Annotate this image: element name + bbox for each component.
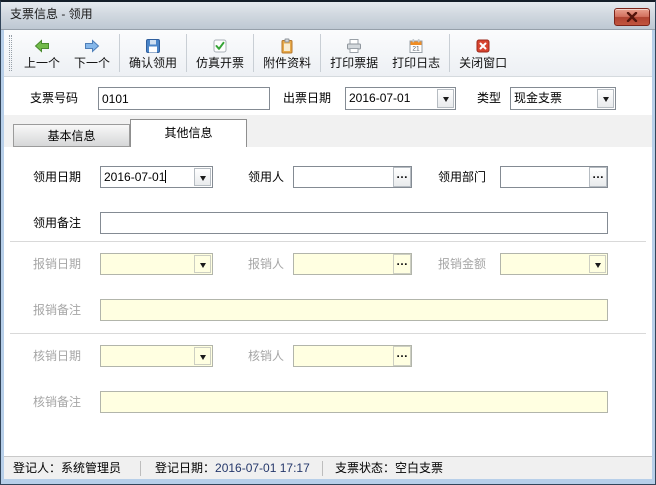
collect-dept-label: 领用部门 xyxy=(438,166,486,188)
printer-icon xyxy=(346,38,362,54)
chevron-down-icon xyxy=(194,255,211,273)
tab-other-info[interactable]: 其他信息 xyxy=(130,119,247,147)
previous-button[interactable]: 上一个 xyxy=(17,32,67,74)
chevron-down-icon[interactable] xyxy=(597,89,614,108)
reimburse-amount-label: 报销金额 xyxy=(438,253,486,275)
writeoff-date-label: 核销日期 xyxy=(33,345,81,367)
chevron-down-icon[interactable] xyxy=(194,168,211,186)
collect-remark-input[interactable] xyxy=(100,212,608,234)
attachments-button[interactable]: 附件资料 xyxy=(256,32,318,74)
collect-person-input[interactable] xyxy=(294,167,393,187)
text-cursor xyxy=(165,170,166,183)
collect-dept-field: … xyxy=(500,166,608,188)
header-form: 支票号码 出票日期 2016-07-01 类型 现金支票 xyxy=(4,77,652,115)
chevron-down-icon[interactable] xyxy=(437,89,454,108)
clipboard-icon xyxy=(279,38,295,54)
window-title: 支票信息 - 领用 xyxy=(10,0,93,29)
toolbar-separator xyxy=(186,34,187,72)
collect-dept-input[interactable] xyxy=(501,167,589,187)
reimburse-person-field: … xyxy=(293,253,412,275)
type-label: 类型 xyxy=(477,87,501,110)
type-combo[interactable]: 现金支票 xyxy=(510,87,616,110)
toolbar-separator xyxy=(119,34,120,72)
writeoff-remark-input xyxy=(100,391,608,413)
check-number-input[interactable] xyxy=(98,87,270,110)
check-icon xyxy=(212,38,228,54)
issue-date-label: 出票日期 xyxy=(283,87,331,110)
collect-remark-label: 领用备注 xyxy=(33,212,81,234)
writeoff-person-label: 核销人 xyxy=(248,345,284,367)
reimburse-date-label: 报销日期 xyxy=(33,253,81,275)
app-window: 支票信息 - 领用 上一个 下一个 xyxy=(0,0,656,485)
writeoff-date-combo xyxy=(100,345,213,367)
collect-person-field: … xyxy=(293,166,412,188)
check-number-label: 支票号码 xyxy=(30,87,78,110)
arrow-left-icon xyxy=(34,38,50,54)
toolbar-separator xyxy=(320,34,321,72)
collect-date-combo[interactable]: 2016-07-01 xyxy=(100,166,213,188)
svg-text:21: 21 xyxy=(412,45,420,52)
register-date-status: 登记日期：2016-07-01 17:17 xyxy=(155,457,310,479)
section-divider xyxy=(10,241,646,242)
chevron-down-icon xyxy=(194,347,211,365)
issue-date-combo[interactable]: 2016-07-01 xyxy=(345,87,456,110)
reimburse-remark-label: 报销备注 xyxy=(33,299,81,321)
tabstrip: 基本信息 其他信息 xyxy=(4,115,652,147)
save-icon xyxy=(145,38,161,54)
toolbar-grip[interactable] xyxy=(9,35,12,71)
writeoff-person-lookup-button: … xyxy=(393,346,411,366)
reimburse-person-label: 报销人 xyxy=(248,253,284,275)
writeoff-person-field: … xyxy=(293,345,412,367)
print-log-button[interactable]: 21 打印日志 xyxy=(385,32,447,74)
close-icon xyxy=(626,12,638,22)
writeoff-person-input xyxy=(294,346,393,366)
simulate-invoice-button[interactable]: 仿真开票 xyxy=(189,32,251,74)
calendar-icon: 21 xyxy=(408,38,424,54)
reimburse-person-lookup-button: … xyxy=(393,254,411,274)
close-window-button[interactable]: 关闭窗口 xyxy=(452,32,514,74)
statusbar-separator xyxy=(140,461,141,476)
writeoff-remark-label: 核销备注 xyxy=(33,391,81,413)
print-receipt-button[interactable]: 打印票据 xyxy=(323,32,385,74)
collect-dept-lookup-button[interactable]: … xyxy=(589,167,607,187)
statusbar: 登记人：系统管理员 登记日期：2016-07-01 17:17 支票状态：空白支… xyxy=(4,456,652,479)
section-divider xyxy=(10,333,646,334)
registrant-status: 登记人：系统管理员 xyxy=(13,457,121,479)
chevron-down-icon xyxy=(589,255,606,273)
reimburse-remark-input xyxy=(100,299,608,321)
collect-person-label: 领用人 xyxy=(248,166,284,188)
next-button[interactable]: 下一个 xyxy=(67,32,117,74)
other-info-panel: 领用日期 2016-07-01 领用人 … 领用部门 … 领用备注 报销日期 xyxy=(4,147,652,456)
check-state-status: 支票状态：空白支票 xyxy=(335,457,443,479)
window-close-button[interactable] xyxy=(614,8,650,26)
reimburse-date-combo xyxy=(100,253,213,275)
close-icon xyxy=(475,38,491,54)
toolbar-separator xyxy=(253,34,254,72)
collect-date-label: 领用日期 xyxy=(33,166,81,188)
toolbar-separator xyxy=(449,34,450,72)
toolbar: 上一个 下一个 确认领用 仿真开票 xyxy=(4,30,652,77)
statusbar-separator xyxy=(322,461,323,476)
titlebar[interactable]: 支票信息 - 领用 xyxy=(0,0,656,30)
reimburse-person-input xyxy=(294,254,393,274)
confirm-collect-button[interactable]: 确认领用 xyxy=(122,32,184,74)
tab-basic-info[interactable]: 基本信息 xyxy=(13,124,130,147)
reimburse-amount-combo xyxy=(500,253,608,275)
collect-person-lookup-button[interactable]: … xyxy=(393,167,411,187)
arrow-right-icon xyxy=(84,38,100,54)
